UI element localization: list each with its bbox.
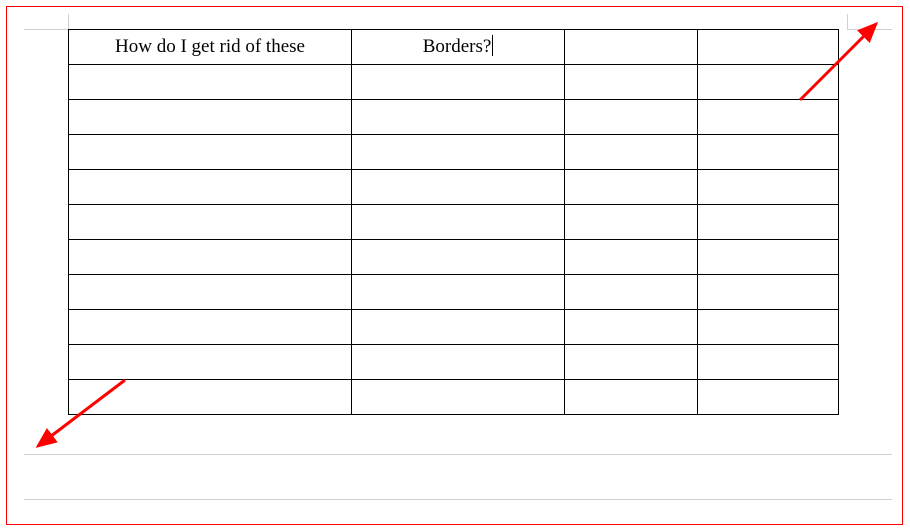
table-cell[interactable] xyxy=(352,310,565,345)
table-cell[interactable] xyxy=(352,345,565,380)
table-row[interactable] xyxy=(69,135,839,170)
table-cell[interactable] xyxy=(698,65,839,100)
table-cell[interactable] xyxy=(698,100,839,135)
table-row[interactable] xyxy=(69,65,839,100)
table-row[interactable] xyxy=(69,205,839,240)
table-cell[interactable] xyxy=(69,310,352,345)
table-cell[interactable] xyxy=(352,380,565,415)
table-cell[interactable] xyxy=(698,275,839,310)
table-row[interactable] xyxy=(69,170,839,205)
table-cell[interactable]: How do I get rid of these xyxy=(69,30,352,65)
table-cell[interactable]: Borders? xyxy=(352,30,565,65)
table-cell[interactable] xyxy=(352,135,565,170)
table-cell[interactable] xyxy=(69,240,352,275)
table-row[interactable] xyxy=(69,100,839,135)
table-cell[interactable] xyxy=(565,380,698,415)
table-cell[interactable] xyxy=(565,100,698,135)
table-cell[interactable] xyxy=(69,135,352,170)
page-crop-mark xyxy=(24,29,68,30)
table-cell[interactable] xyxy=(565,345,698,380)
page-boundary-line xyxy=(24,499,892,500)
table-row[interactable] xyxy=(69,275,839,310)
cell-text: How do I get rid of these xyxy=(115,36,305,57)
table-cell[interactable] xyxy=(698,170,839,205)
table-cell[interactable] xyxy=(698,380,839,415)
table-row[interactable] xyxy=(69,345,839,380)
table-cell[interactable] xyxy=(352,170,565,205)
table-row[interactable]: How do I get rid of these Borders? xyxy=(69,30,839,65)
table-cell[interactable] xyxy=(352,205,565,240)
table-cell[interactable] xyxy=(698,135,839,170)
table-cell[interactable] xyxy=(352,65,565,100)
cell-text: Borders? xyxy=(423,36,492,57)
text-cursor xyxy=(492,35,493,56)
page-crop-mark xyxy=(847,14,848,30)
table-cell[interactable] xyxy=(352,275,565,310)
table-cell[interactable] xyxy=(69,65,352,100)
table-cell[interactable] xyxy=(69,275,352,310)
table-cell[interactable] xyxy=(69,345,352,380)
table-cell[interactable] xyxy=(565,30,698,65)
table-cell[interactable] xyxy=(698,310,839,345)
table-cell[interactable] xyxy=(69,170,352,205)
document-table[interactable]: How do I get rid of these Borders? xyxy=(68,29,839,415)
table-cell[interactable] xyxy=(69,205,352,240)
table-cell[interactable] xyxy=(352,100,565,135)
table-cell[interactable] xyxy=(565,240,698,275)
table-cell[interactable] xyxy=(565,65,698,100)
table-cell[interactable] xyxy=(565,310,698,345)
table-cell[interactable] xyxy=(698,30,839,65)
table-cell[interactable] xyxy=(565,135,698,170)
table-row[interactable] xyxy=(69,240,839,275)
table-cell[interactable] xyxy=(565,205,698,240)
table-row[interactable] xyxy=(69,380,839,415)
page-boundary-line xyxy=(24,454,892,455)
table-cell[interactable] xyxy=(698,345,839,380)
table-cell[interactable] xyxy=(698,205,839,240)
table-cell[interactable] xyxy=(352,240,565,275)
table-row[interactable] xyxy=(69,310,839,345)
table-cell[interactable] xyxy=(565,275,698,310)
page-crop-mark xyxy=(68,14,69,30)
table-cell[interactable] xyxy=(69,100,352,135)
table-cell[interactable] xyxy=(565,170,698,205)
table-cell[interactable] xyxy=(698,240,839,275)
page-crop-mark xyxy=(848,29,892,30)
table-cell[interactable] xyxy=(69,380,352,415)
